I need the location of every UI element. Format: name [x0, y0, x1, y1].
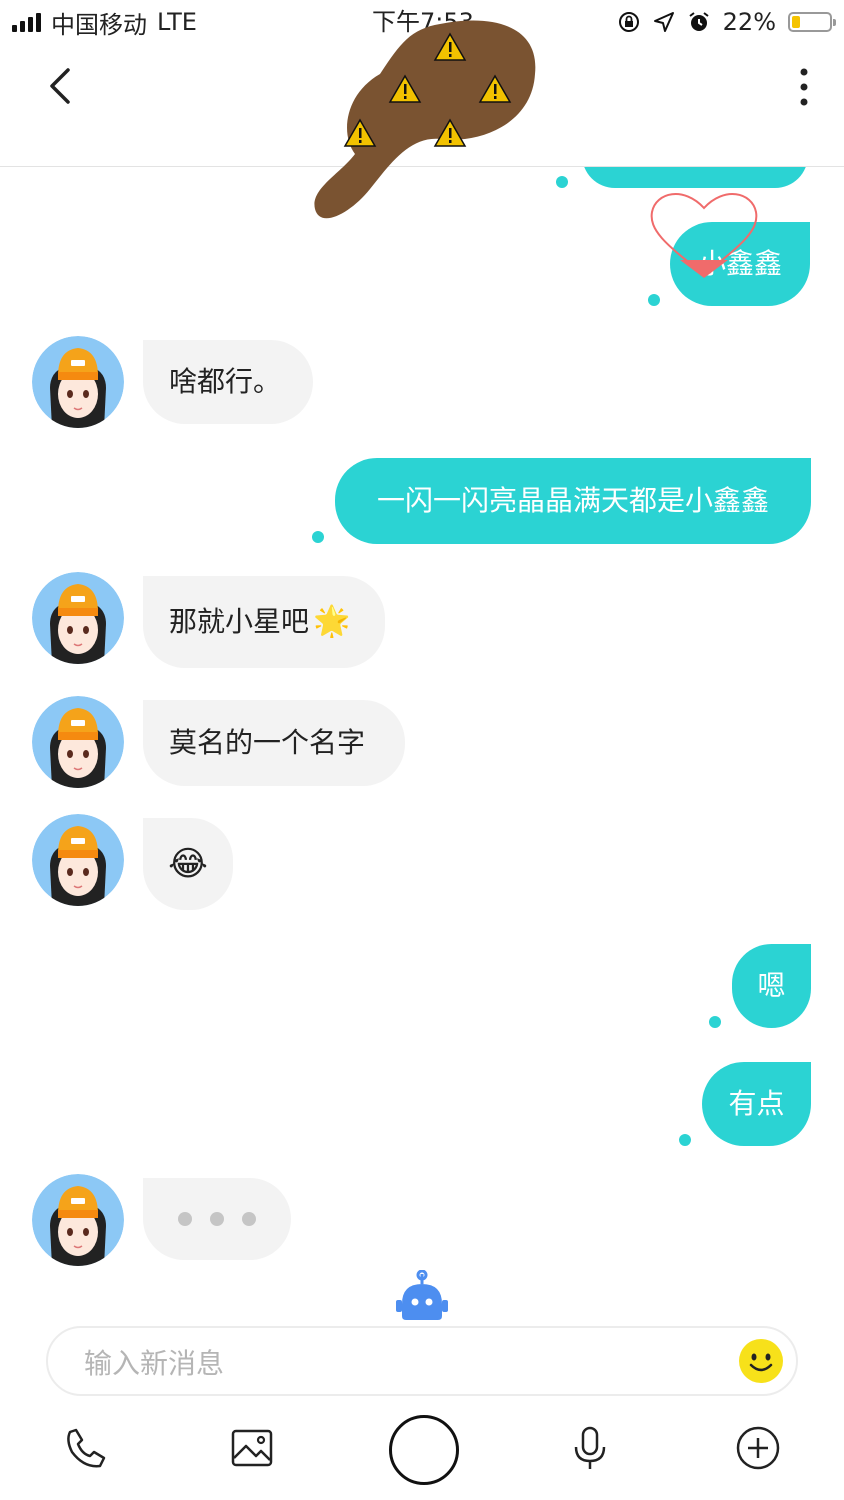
phone-icon[interactable] [56, 1418, 116, 1478]
carrier-name: 中国移动 [51, 10, 147, 39]
message-tail-dot [648, 294, 660, 306]
microphone-icon[interactable] [560, 1418, 620, 1478]
location-arrow-icon [653, 12, 674, 32]
message-text: 莫名的一个名字 [169, 726, 366, 759]
smiley-icon[interactable] [738, 1338, 784, 1384]
plus-circle-icon[interactable] [728, 1418, 788, 1478]
orientation-lock-icon [618, 12, 639, 32]
bottom-toolbar [0, 1410, 844, 1500]
status-left: 中国移动 LTE [12, 6, 197, 39]
typing-indicator [143, 1178, 291, 1260]
message-tail-dot [679, 1134, 691, 1146]
message-bubble-out[interactable]: 有点 [702, 1062, 811, 1146]
message-text: 一闪一闪亮晶晶满天都是小鑫鑫 [376, 484, 769, 517]
message-bubble-out[interactable]: 嗯 [732, 944, 811, 1028]
face-with-tears-of-joy-emoji: 😂 [168, 844, 208, 884]
status-right: 22% [617, 6, 836, 38]
typing-dot [210, 1212, 224, 1226]
message-text: 那就小星吧 [169, 605, 310, 638]
message-tail-dot [312, 531, 324, 543]
chevron-left-icon[interactable] [40, 64, 80, 108]
avatar[interactable] [32, 572, 124, 664]
battery-fill [792, 16, 800, 28]
chat-area: 小鑫鑫 啥都行。 一闪一闪亮晶晶满天都是小鑫鑫 那就小星吧 🌟 莫名的一个名字 … [0, 122, 844, 1266]
battery-icon [788, 12, 836, 32]
robot-icon[interactable] [394, 1270, 450, 1324]
message-input[interactable] [82, 1340, 726, 1386]
typing-dot [178, 1212, 192, 1226]
message-text: 嗯 [757, 969, 786, 1002]
camera-shutter-button[interactable] [389, 1415, 459, 1485]
signal-icon [12, 12, 41, 32]
glowing-star-emoji: 🌟 [313, 604, 351, 639]
message-tail-dot [709, 1016, 721, 1028]
image-icon[interactable] [222, 1418, 282, 1478]
message-bubble-out[interactable]: 一闪一闪亮晶晶满天都是小鑫鑫 [335, 458, 811, 544]
avatar[interactable] [32, 696, 124, 788]
avatar[interactable] [32, 336, 124, 428]
message-bubble-in[interactable]: 😂 [143, 818, 233, 910]
message-composer [46, 1326, 798, 1396]
more-vertical-icon[interactable] [794, 66, 814, 110]
typing-dot [242, 1212, 256, 1226]
redaction-scribble [314, 20, 536, 219]
battery-percent: 22% [722, 8, 776, 36]
heart-sticker [650, 193, 758, 278]
message-bubble-in[interactable]: 啥都行。 [143, 340, 313, 424]
alarm-icon [689, 12, 709, 31]
message-bubble-in[interactable]: 莫名的一个名字 [143, 700, 405, 786]
avatar[interactable] [32, 814, 124, 906]
network-type: LTE [157, 8, 197, 36]
message-bubble-in[interactable]: 那就小星吧 🌟 [143, 576, 385, 668]
message-text: 啥都行。 [169, 365, 282, 398]
message-text: 有点 [728, 1087, 785, 1120]
avatar[interactable] [32, 1174, 124, 1266]
message-tail-dot [556, 176, 568, 188]
